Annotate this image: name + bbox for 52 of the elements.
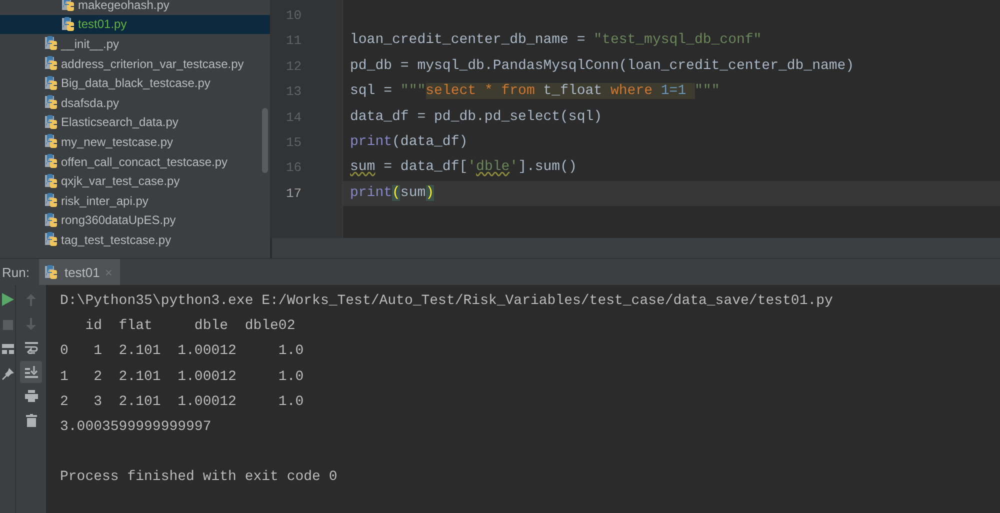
print-icon[interactable]	[24, 390, 38, 402]
file-tree-item[interactable]: risk_inter_api.py	[0, 190, 270, 211]
file-tree-item[interactable]: tag_test_testcase.py	[0, 230, 270, 250]
run-label: Run:	[1, 264, 30, 280]
python-file-icon	[45, 212, 59, 228]
code-line: data_df = pd_db.pd_select(sql)	[350, 108, 602, 125]
exit-message: Process finished with exit code 0	[60, 469, 338, 486]
file-tree-item[interactable]: rong360dataUpES.py	[0, 210, 270, 230]
file-tree-item[interactable]: test01.py	[0, 14, 270, 34]
scroll-to-end-icon	[24, 366, 38, 378]
file-tree-item[interactable]: __init__.py	[0, 34, 270, 54]
trash-icon[interactable]	[26, 414, 36, 426]
file-tree-item[interactable]: Big_data_black_testcase.py	[0, 73, 270, 93]
code-line: print(data_df)	[350, 134, 468, 150]
file-tree-item[interactable]: address_criterion_var_testcase.py	[0, 54, 270, 74]
python-file-icon	[45, 193, 59, 208]
file-tree-item[interactable]: qxjk_var_test_case.py	[0, 171, 270, 191]
scrollbar[interactable]	[262, 108, 268, 173]
python-file-icon	[45, 134, 59, 150]
code-line: print(sum)	[350, 184, 434, 201]
run-tab[interactable]: test01 ×	[39, 259, 120, 285]
line-number: 17	[286, 186, 302, 201]
python-file-icon	[45, 76, 59, 91]
scroll-to-end-button[interactable]	[20, 361, 42, 383]
file-tree-item[interactable]: offen_call_concact_testcase.py	[0, 152, 270, 172]
console-output-line: id flat dble dble02	[84, 318, 296, 334]
python-file-icon	[45, 95, 59, 110]
console-output-line: D:\Python35\python3.exe E:/Works_Test/Auto_Test/Risk_Variables/test_case/data_save/test01.py	[60, 293, 833, 309]
console-output-line: 3.0003599999999997	[60, 418, 212, 435]
python-file-icon	[62, 0, 76, 12]
file-tree-item[interactable]: my_new_testcase.py	[0, 132, 270, 152]
file-tree-item[interactable]: Elasticsearch_data.py	[0, 112, 270, 132]
code-line: sql = """select * from t_float where 1=1 """	[350, 83, 720, 100]
code-line: pd_db = mysql_db.PandasMysqlConn(loan_credit_center_db_name)	[350, 58, 854, 74]
layout-icon[interactable]	[2, 344, 14, 354]
python-file-icon	[45, 174, 59, 189]
console-output-line: 1 2 2.101 1.00012 1.0	[60, 368, 304, 385]
python-file-icon	[45, 154, 59, 170]
console-output-line: 0 1 2.101 1.00012 1.0	[60, 343, 304, 360]
python-file-icon	[62, 16, 76, 32]
console-output-line: 2 3 2.101 1.00012 1.0	[60, 394, 304, 410]
code-line: sum = data_df['dble'].sum()	[350, 159, 577, 176]
pin-icon[interactable]	[2, 368, 14, 380]
file-tree-item[interactable]: makegeohash.py	[0, 0, 270, 15]
soft-wrap-icon[interactable]	[24, 342, 38, 354]
python-file-icon	[45, 36, 59, 52]
python-file-icon	[45, 114, 59, 130]
file-tree-item[interactable]: dsafsda.py	[0, 92, 270, 113]
python-file-icon	[45, 264, 60, 280]
python-file-icon	[45, 232, 59, 248]
code-line: loan_credit_center_db_name = "test_mysql_db_conf"	[350, 32, 762, 48]
python-file-icon	[45, 56, 59, 72]
